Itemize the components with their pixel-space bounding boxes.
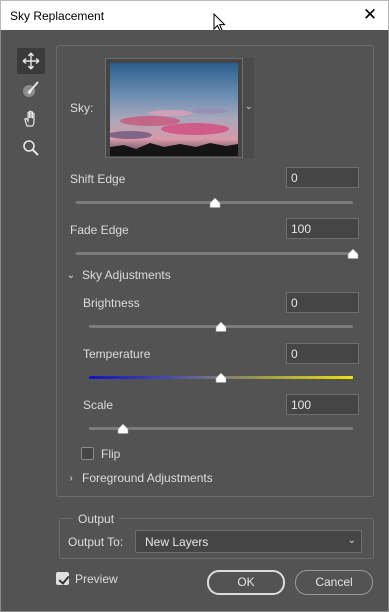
sky-adjustments-label: Sky Adjustments — [82, 268, 171, 282]
sky-adjustments-toggle[interactable]: ⌄ Sky Adjustments — [66, 268, 171, 282]
chevron-down-icon: ⌄ — [245, 101, 253, 111]
sky-brush-tool[interactable] — [17, 77, 45, 103]
brush-icon — [23, 81, 39, 97]
fade-edge-label: Fade Edge — [70, 223, 129, 237]
shift-edge-input[interactable]: 0 — [286, 167, 359, 188]
output-to-select[interactable]: New Layers ⌄ — [135, 530, 362, 553]
output-to-label: Output To: — [68, 535, 124, 549]
cancel-button[interactable]: Cancel — [295, 570, 373, 595]
brightness-slider-thumb[interactable] — [215, 322, 227, 332]
ok-button[interactable]: OK — [207, 570, 285, 595]
fade-edge-input[interactable]: 100 — [286, 218, 359, 239]
hand-icon — [24, 110, 35, 127]
brightness-input[interactable]: 0 — [286, 292, 359, 313]
sunset-sky-image — [110, 63, 238, 156]
close-icon[interactable]: ✕ — [358, 3, 382, 27]
move-arrows-icon — [22, 52, 40, 70]
zoom-icon — [23, 140, 39, 156]
title-bar: Sky Replacement ✕ — [0, 0, 389, 30]
foreground-adjustments-label: Foreground Adjustments — [82, 471, 213, 485]
brightness-label: Brightness — [83, 296, 140, 310]
sky-preset-thumbnail[interactable] — [105, 58, 245, 158]
preview-label: Preview — [75, 572, 118, 586]
scale-input[interactable]: 100 — [286, 394, 359, 415]
zoom-tool[interactable] — [17, 135, 45, 161]
hand-tool[interactable] — [17, 106, 45, 132]
shift-edge-label: Shift Edge — [70, 172, 126, 186]
chevron-down-icon: ⌄ — [347, 535, 356, 546]
fade-edge-slider-track[interactable] — [76, 252, 353, 255]
move-sky-tool[interactable] — [17, 48, 45, 74]
window-title: Sky Replacement — [10, 9, 105, 23]
shift-edge-slider-thumb[interactable] — [209, 198, 221, 208]
output-group-label: Output — [73, 512, 120, 526]
foreground-adjustments-toggle[interactable]: › Foreground Adjustments — [66, 471, 213, 485]
output-to-value: New Layers — [145, 535, 209, 549]
scale-label: Scale — [83, 398, 114, 412]
fade-edge-slider-thumb[interactable] — [347, 249, 359, 259]
sky-preset-dropdown[interactable]: ⌄ — [242, 58, 254, 158]
flip-checkbox[interactable] — [81, 447, 94, 460]
temperature-slider-thumb[interactable] — [215, 373, 227, 383]
preview-checkbox[interactable] — [56, 572, 69, 585]
temperature-input[interactable]: 0 — [286, 343, 359, 364]
sky-label: Sky: — [70, 101, 94, 115]
temperature-label: Temperature — [83, 347, 151, 361]
scale-slider-thumb[interactable] — [117, 424, 129, 434]
flip-label: Flip — [101, 447, 121, 461]
chevron-right-icon: › — [69, 472, 73, 484]
chevron-down-icon: ⌄ — [66, 269, 76, 281]
